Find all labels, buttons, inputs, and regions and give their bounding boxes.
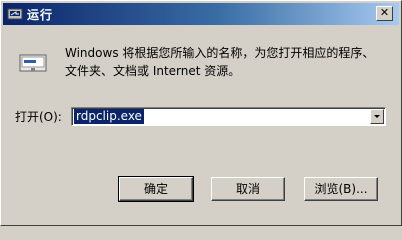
open-input-value[interactable]: rdpclip.exe [74,109,144,124]
cancel-button[interactable]: 取消 [211,177,285,201]
close-button[interactable]: ✕ [376,6,393,21]
ok-button[interactable]: 确定 [118,176,194,202]
run-icon [19,54,47,72]
run-dialog: 运行 ✕ Windows 将根据您所输入的名称，为您打开相应的程序、文件夹、文档… [0,0,402,226]
browse-button[interactable]: 浏览(B)... [304,177,378,201]
window-title: 运行 [27,8,54,22]
description-text: Windows 将根据您所输入的名称，为您打开相应的程序、文件夹、文档或 Int… [65,46,375,78]
open-input[interactable]: rdpclip.exe [71,107,386,126]
chevron-down-icon[interactable] [370,109,384,124]
open-label: 打开(O): [15,110,62,124]
title-bar[interactable]: 运行 ✕ [3,3,399,25]
run-icon [7,8,23,20]
close-icon: ✕ [379,6,390,19]
